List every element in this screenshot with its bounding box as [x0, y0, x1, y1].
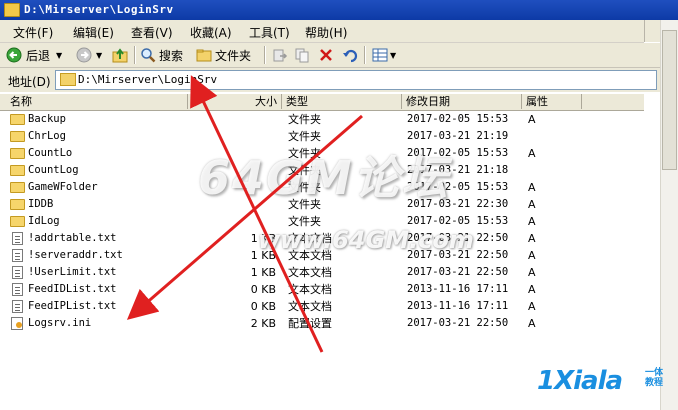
- arrow-to-logsrv: [126, 114, 363, 320]
- arrow-to-address: [190, 75, 324, 353]
- brand-tag: 一体 教程: [645, 368, 664, 388]
- brand-logo: 1Xiala: [537, 366, 623, 396]
- annotation-arrows: [126, 75, 363, 353]
